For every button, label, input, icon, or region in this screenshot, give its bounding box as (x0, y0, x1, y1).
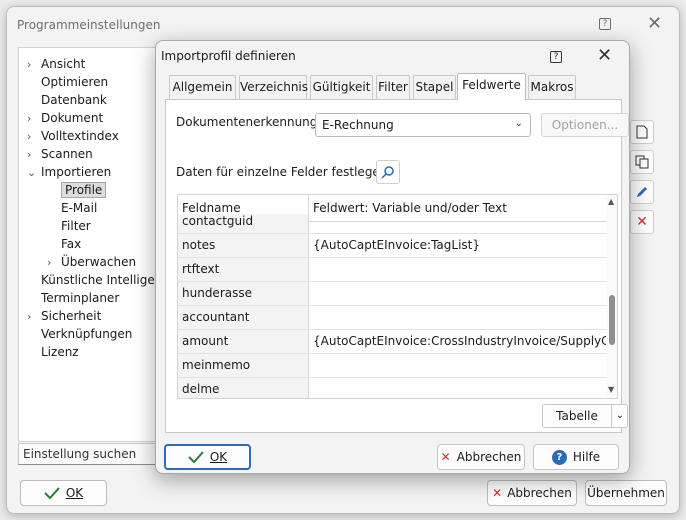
search-icon (381, 166, 394, 179)
table-row[interactable]: amount {AutoCaptEInvoice:CrossIndustryIn… (178, 330, 606, 354)
tree-item-fax[interactable]: Fax (47, 236, 81, 252)
chevron-right-icon[interactable]: › (27, 147, 41, 163)
table-row[interactable]: accountant (178, 306, 606, 330)
field-name-cell: accountant (178, 306, 308, 329)
help-icon[interactable]: ? (550, 51, 562, 63)
tree-item-volltextindex[interactable]: › Volltextindex (27, 128, 119, 144)
search-button[interactable] (376, 160, 400, 184)
doc-recognition-select[interactable]: E-Rechnung ⌄ (315, 113, 531, 137)
import-profile-dialog: Importprofil definieren ? ✕ Allgemein Ve… (155, 40, 630, 474)
cancel-x-icon: ✕ (440, 450, 451, 464)
help-circle-icon: ? (551, 449, 567, 465)
table-row[interactable]: meinmemo (178, 354, 606, 378)
cancel-button[interactable]: ✕ Abbrechen (487, 480, 577, 506)
scroll-up-icon[interactable]: ▲ (608, 197, 614, 206)
field-name-cell: notes (178, 234, 308, 257)
table-row[interactable]: contactguid (178, 214, 606, 234)
table-row[interactable]: hunderasse (178, 282, 606, 306)
field-value-cell[interactable] (308, 378, 606, 398)
ok-button[interactable]: OK (20, 480, 107, 506)
field-name-cell: contactguid (178, 214, 308, 233)
tree-item-scannen[interactable]: › Scannen (27, 146, 93, 162)
tree-item-optimieren[interactable]: Optimieren (27, 74, 108, 90)
field-value-cell[interactable]: {AutoCaptEInvoice:TagList} (308, 234, 606, 257)
table-row[interactable]: notes {AutoCaptEInvoice:TagList} (178, 234, 606, 258)
delete-x-icon[interactable]: ✕ (630, 210, 654, 234)
cancel-x-icon: ✕ (492, 486, 503, 500)
dialog-cancel-button[interactable]: ✕ Abbrechen (437, 444, 525, 470)
tree-item-lizenz[interactable]: Lizenz (27, 344, 79, 360)
tree-item-sicherheit[interactable]: › Sicherheit (27, 308, 101, 324)
chevron-right-icon[interactable]: › (27, 129, 41, 145)
table-split-button[interactable]: Tabelle ⌄ (542, 404, 628, 428)
close-icon[interactable]: ✕ (647, 13, 662, 34)
tree-item-importieren[interactable]: ⌄ Importieren (27, 164, 111, 180)
tree-item-profile[interactable]: Profile (47, 182, 107, 198)
apply-button[interactable]: Übernehmen (585, 480, 667, 506)
settings-search-input[interactable]: Einstellung suchen (18, 443, 164, 465)
dialog-title: Importprofil definieren (161, 49, 296, 63)
window-title: Programmeinstellungen (17, 18, 161, 32)
field-name-cell: rtftext (178, 258, 308, 281)
table-row[interactable]: rtftext (178, 258, 606, 282)
scrollbar-thumb[interactable] (609, 295, 615, 345)
dialog-ok-button[interactable]: OK (164, 444, 251, 470)
table-button-label[interactable]: Tabelle (543, 405, 611, 427)
table-row[interactable]: delme (178, 378, 606, 398)
field-value-cell[interactable] (308, 258, 606, 281)
tab-gueltigkeit[interactable]: Gültigkeit (310, 75, 373, 99)
tree-item-filter[interactable]: Filter (47, 218, 91, 234)
field-value-cell[interactable] (308, 306, 606, 329)
edit-pencil-icon[interactable] (630, 180, 654, 204)
close-icon[interactable]: ✕ (597, 45, 612, 66)
tree-item-ki[interactable]: Künstliche Intelligenz (27, 272, 169, 288)
field-values-table[interactable]: Feldname Feldwert: Variable und/oder Tex… (177, 194, 618, 399)
tab-makros[interactable]: Makros (528, 75, 576, 99)
tab-filter[interactable]: Filter (376, 75, 410, 99)
tree-item-verknuepfungen[interactable]: Verknüpfungen (27, 326, 132, 342)
copy-icon[interactable] (630, 150, 654, 174)
scroll-down-icon[interactable]: ▼ (608, 385, 614, 394)
checkmark-icon (188, 451, 204, 463)
tree-item-ansicht[interactable]: › Ansicht (27, 56, 85, 72)
tab-stapel[interactable]: Stapel (413, 75, 456, 99)
field-value-cell[interactable] (308, 282, 606, 305)
chevron-right-icon[interactable]: › (27, 57, 41, 73)
field-name-cell: delme (178, 378, 308, 398)
chevron-right-icon[interactable]: › (27, 309, 41, 325)
settings-tree[interactable]: › Ansicht Optimieren Datenbank › Dokument … (18, 47, 169, 442)
table-scrollbar[interactable]: ▲ ▼ (606, 195, 617, 398)
chevron-right-icon[interactable]: › (27, 111, 41, 127)
dialog-help-button[interactable]: ? Hilfe (533, 444, 619, 470)
field-value-cell[interactable] (308, 354, 606, 377)
checkmark-icon (44, 487, 60, 499)
doc-recognition-label: Dokumentenerkennung (176, 115, 318, 129)
chevron-down-icon[interactable]: ⌄ (611, 405, 628, 427)
field-name-cell: hunderasse (178, 282, 308, 305)
field-name-cell: meinmemo (178, 354, 308, 377)
feldwerte-panel: Dokumentenerkennung E-Rechnung ⌄ Optione… (165, 99, 629, 433)
field-value-cell[interactable] (308, 214, 606, 233)
help-icon[interactable]: ? (599, 18, 611, 30)
tree-item-dokument[interactable]: › Dokument (27, 110, 103, 126)
chevron-right-icon[interactable]: › (47, 255, 61, 271)
tab-verzeichnis[interactable]: Verzeichnis (239, 75, 308, 99)
options-button[interactable]: Optionen... (541, 113, 629, 137)
tab-feldwerte[interactable]: Feldwerte (457, 73, 526, 100)
new-document-icon[interactable] (630, 120, 654, 144)
tree-item-terminplaner[interactable]: Terminplaner (27, 290, 119, 306)
chevron-down-icon: ⌄ (514, 118, 523, 129)
tree-item-datenbank[interactable]: Datenbank (27, 92, 107, 108)
fields-label: Daten für einzelne Felder festlegen (176, 165, 388, 179)
tab-allgemein[interactable]: Allgemein (169, 75, 236, 99)
chevron-down-icon[interactable]: ⌄ (27, 165, 41, 181)
tree-item-ueberwachen[interactable]: › Überwachen (47, 254, 136, 270)
field-name-cell: amount (178, 330, 308, 353)
field-value-cell[interactable]: {AutoCaptEInvoice:CrossIndustryInvoice/S… (308, 330, 606, 353)
tree-item-email[interactable]: E-Mail (47, 200, 97, 216)
